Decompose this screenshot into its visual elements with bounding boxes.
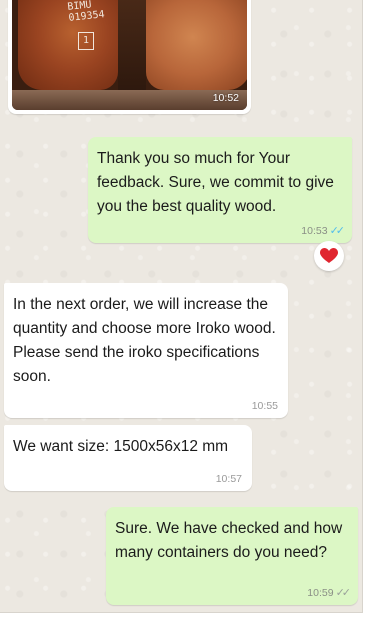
outgoing-message[interactable]: Sure. We have checked and how many conta…: [106, 507, 358, 605]
outgoing-message[interactable]: Thank you so much for Your feedback. Sur…: [88, 137, 352, 243]
log-box-marking: 1: [78, 32, 94, 50]
message-reaction[interactable]: [314, 241, 344, 271]
incoming-message[interactable]: We want size: 1500x56x12 mm 10:57: [4, 425, 252, 491]
message-text: In the next order, we will increase the …: [13, 296, 276, 385]
wood-logs-photo[interactable]: BIMU 019354 1 10:52: [12, 0, 247, 110]
red-heart-icon: [320, 248, 338, 263]
message-time: 10:52: [212, 92, 239, 104]
message-meta: 10:59 ✓✓: [307, 587, 352, 599]
double-check-read-icon: ✓✓: [329, 225, 346, 237]
message-text: We want size: 1500x56x12 mm: [13, 438, 229, 455]
chat-background: BIMU 019354 1 10:52 Thank you so much fo…: [0, 0, 363, 613]
message-time: 10:53: [301, 225, 328, 237]
message-time: 10:57: [215, 473, 242, 485]
incoming-message[interactable]: In the next order, we will increase the …: [4, 283, 288, 418]
image-message[interactable]: BIMU 019354 1 10:52: [8, 0, 251, 114]
log-marking: BIMU 019354: [66, 0, 106, 24]
log-right: [146, 0, 247, 90]
message-text: Thank you so much for Your feedback. Sur…: [97, 150, 334, 215]
log-gap: [118, 0, 146, 104]
message-time: 10:55: [251, 400, 278, 412]
message-meta: 10:53 ✓✓: [301, 225, 346, 237]
message-text: Sure. We have checked and how many conta…: [115, 520, 343, 561]
message-time: 10:59: [307, 587, 334, 599]
double-check-delivered-icon: ✓✓: [335, 587, 352, 599]
